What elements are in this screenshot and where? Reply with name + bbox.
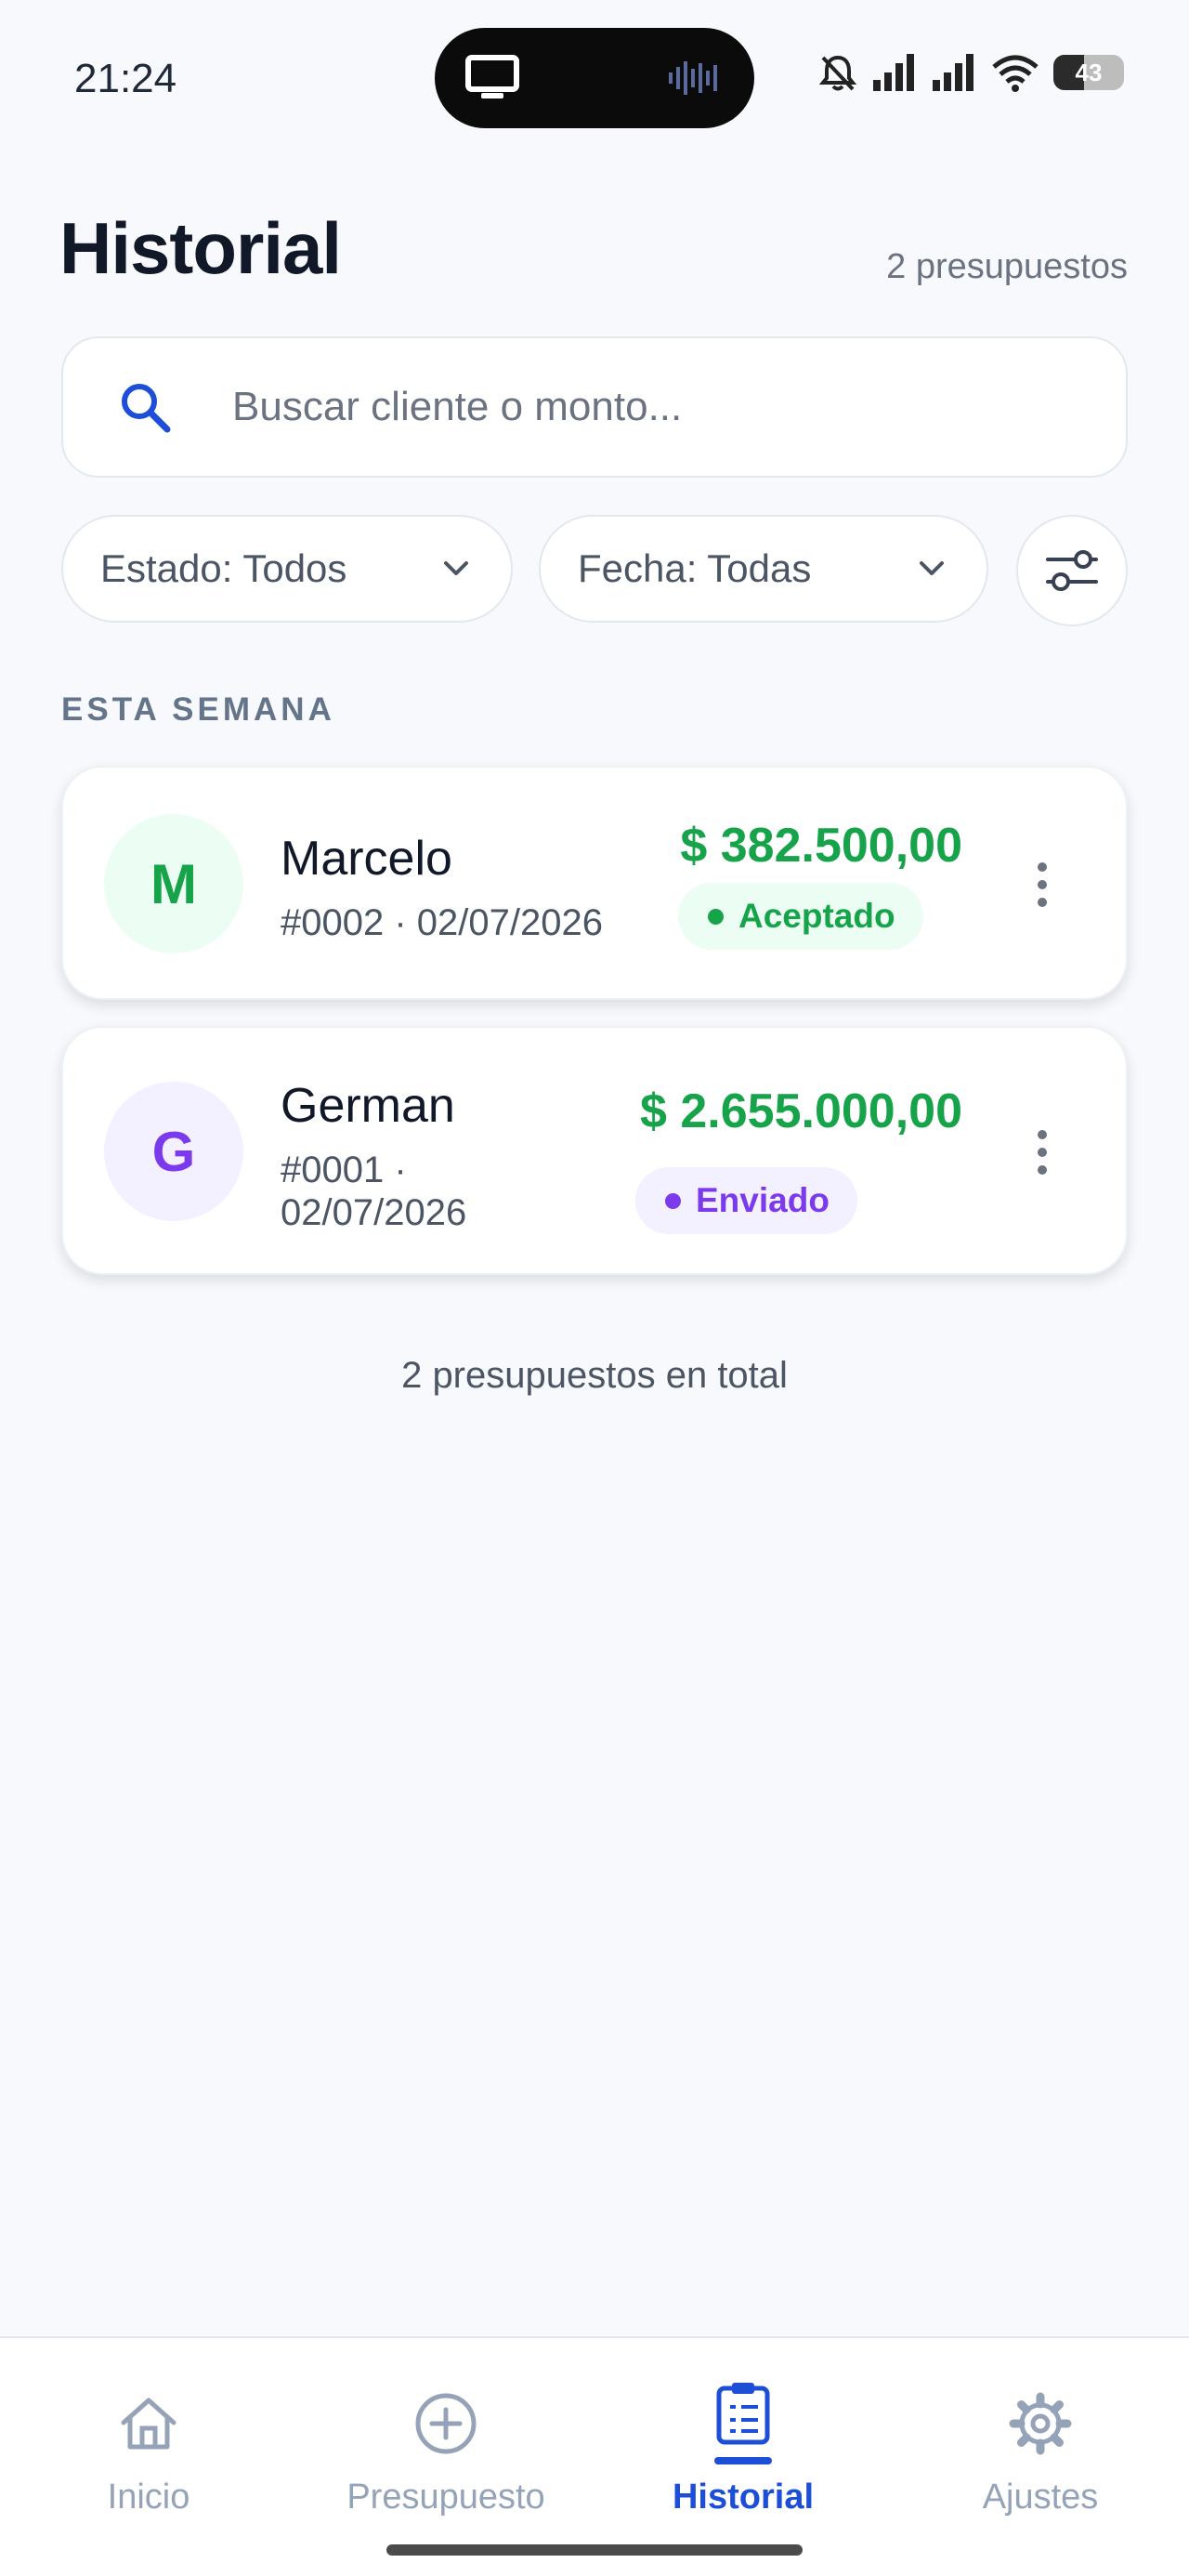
estado-filter-label: Estado: Todos <box>100 546 347 590</box>
battery-icon: 43 <box>1053 55 1124 90</box>
status-dot <box>665 1192 681 1209</box>
section-label-this-week: ESTA SEMANA <box>61 691 335 728</box>
tv-icon <box>465 55 519 99</box>
signal-icon <box>933 54 973 91</box>
more-options-icon[interactable] <box>1024 1115 1061 1189</box>
status-time: 21:24 <box>74 56 177 101</box>
quote-meta: #0002 · 02/07/2026 <box>281 902 603 943</box>
battery-level: 43 <box>1075 59 1103 86</box>
page-title: Historial <box>59 207 342 289</box>
gear-icon <box>1003 2386 1078 2461</box>
home-indicator[interactable] <box>386 2544 803 2556</box>
wifi-icon <box>992 55 1039 92</box>
bottom-nav: Inicio Presupuesto Historial Ajustes <box>0 2336 1189 2576</box>
quote-card[interactable]: M Marcelo #0002 · 02/07/2026 $ 382.500,0… <box>61 766 1128 1000</box>
status-dot <box>708 908 724 925</box>
nav-label: Historial <box>672 2477 815 2517</box>
nav-item-inicio[interactable]: Inicio <box>0 2338 297 2524</box>
total-count-label: 2 presupuestos en total <box>401 1355 788 1396</box>
audio-bars-icon <box>669 61 717 95</box>
status-label: Aceptado <box>738 897 895 935</box>
fecha-filter-dropdown[interactable]: Fecha: Todas <box>539 515 988 623</box>
quote-count: 2 presupuestos <box>886 247 1128 286</box>
status-bar: 21:24 43 <box>0 0 1189 139</box>
more-options-icon[interactable] <box>1024 848 1061 922</box>
search-icon <box>122 384 171 433</box>
signal-icon <box>873 54 914 91</box>
nav-item-historial[interactable]: Historial <box>594 2338 892 2524</box>
historial-screen: 21:24 43 Historial 2 presupuestos Buscar… <box>0 0 1189 2576</box>
avatar: M <box>104 814 243 953</box>
status-label: Enviado <box>696 1181 830 1219</box>
clipboard-list-icon <box>706 2375 780 2450</box>
home-icon <box>111 2386 186 2461</box>
quote-amount: $ 382.500,00 <box>680 819 962 873</box>
nav-label: Ajustes <box>982 2477 1099 2517</box>
status-icons: 43 <box>817 52 1124 93</box>
status-badge: Enviado <box>635 1167 857 1234</box>
status-badge: Aceptado <box>678 883 923 950</box>
sliders-icon <box>1046 550 1098 591</box>
chevron-down-icon <box>444 561 468 575</box>
nav-item-presupuesto[interactable]: Presupuesto <box>297 2338 594 2524</box>
nav-item-ajustes[interactable]: Ajustes <box>892 2338 1189 2524</box>
nav-label: Presupuesto <box>346 2477 545 2517</box>
client-name: Marcelo <box>281 832 452 886</box>
estado-filter-dropdown[interactable]: Estado: Todos <box>61 515 513 623</box>
active-tab-indicator <box>714 2457 772 2464</box>
search-input[interactable] <box>232 384 1068 430</box>
search-bar[interactable] <box>61 336 1128 478</box>
plus-circle-icon <box>409 2386 483 2461</box>
quote-card[interactable]: G German #0001 · 02/07/2026 $ 2.655.000,… <box>61 1026 1128 1275</box>
fecha-filter-label: Fecha: Todas <box>578 546 812 590</box>
quote-meta: #0001 · 02/07/2026 <box>281 1150 467 1233</box>
bell-off-icon <box>818 55 857 91</box>
chevron-down-icon <box>920 561 944 575</box>
client-name: German <box>281 1079 455 1133</box>
quote-amount: $ 2.655.000,00 <box>640 1084 962 1138</box>
avatar: G <box>104 1082 243 1221</box>
advanced-filters-button[interactable] <box>1016 515 1128 626</box>
dynamic-island <box>435 28 754 128</box>
nav-label: Inicio <box>107 2477 190 2517</box>
